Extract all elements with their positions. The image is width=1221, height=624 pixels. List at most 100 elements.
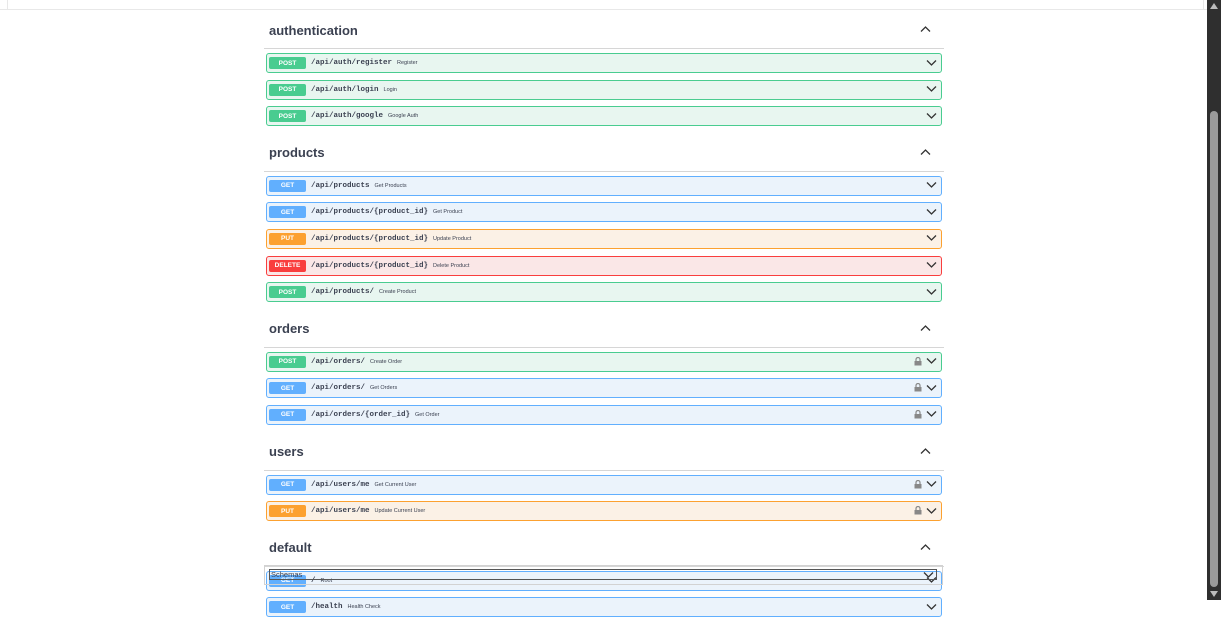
schemas-label: Schemas [271, 570, 303, 579]
chevron-down-icon[interactable] [926, 479, 937, 490]
operation-row[interactable]: POST/api/auth/google Google Auth [266, 106, 942, 127]
section-header-products[interactable]: products [264, 133, 944, 172]
endpoint-summary: Google Auth [388, 113, 419, 120]
operation-row[interactable]: GET/health Health Check [266, 597, 942, 618]
operation-controls [914, 409, 937, 420]
chevron-down-icon[interactable] [926, 601, 937, 612]
endpoint-path: /api/products/{product_id} [311, 208, 429, 217]
operation-controls [926, 601, 937, 612]
section-header-users[interactable]: users [264, 432, 944, 471]
operation-controls [914, 356, 937, 367]
endpoint-summary: Update Current User [374, 508, 426, 515]
vertical-scrollbar[interactable] [1207, 0, 1221, 600]
operation-row[interactable]: GET/api/orders/{order_id} Get Order [266, 404, 942, 425]
operation-controls [926, 180, 937, 191]
chevron-down-icon[interactable] [926, 180, 937, 191]
chevron-down-icon[interactable] [926, 356, 937, 367]
schemas-section: Schemas [264, 565, 943, 585]
lock-icon[interactable] [914, 383, 922, 393]
lock-icon[interactable] [914, 479, 922, 489]
http-method-badge: GET [269, 478, 306, 491]
chevron-down-icon[interactable] [926, 233, 937, 244]
operation-row[interactable]: GET/api/products/{product_id} Get Product [266, 202, 942, 223]
lock-icon[interactable] [914, 356, 922, 366]
operation-row[interactable]: POST/api/auth/register Register [266, 53, 942, 73]
endpoint-summary: Create Product [379, 289, 417, 296]
chevron-down-icon[interactable] [926, 260, 937, 271]
operation-row[interactable]: DELETE/api/products/{product_id} Delete P… [266, 255, 942, 276]
endpoint-summary: Get Products [374, 182, 407, 189]
endpoint-summary: Health Check [347, 604, 381, 611]
chevron-up-icon[interactable] [918, 444, 932, 458]
top-header-strip [0, 0, 1207, 10]
operation-controls [926, 57, 937, 68]
endpoint-summary: Get Orders [370, 385, 398, 392]
section-title: orders [269, 321, 310, 337]
chevron-down-icon[interactable] [926, 206, 937, 217]
endpoint-summary: Register [397, 60, 418, 66]
endpoint-path: /api/auth/login [311, 85, 379, 94]
chevron-down-icon [923, 569, 934, 580]
endpoint-path: /api/users/me [311, 507, 370, 516]
section-header-orders[interactable]: orders [264, 309, 944, 348]
endpoint-path: /api/products/{product_id} [311, 261, 429, 270]
http-method-badge: GET [269, 382, 306, 395]
http-method-badge: GET [269, 408, 306, 421]
operation-row[interactable]: GET/api/orders/Get Orders [266, 378, 942, 399]
section-title: default [269, 540, 312, 556]
operation-controls [926, 84, 937, 95]
chevron-down-icon[interactable] [926, 505, 937, 516]
chevron-down-icon[interactable] [926, 84, 937, 95]
scroll-up-arrow-icon[interactable] [1207, 0, 1221, 12]
chevron-down-icon[interactable] [926, 110, 937, 121]
operation-controls [926, 233, 937, 244]
endpoint-summary: Get Product [433, 209, 463, 216]
operation-row[interactable]: POST/api/orders/Create Order [266, 351, 942, 372]
endpoint-path: /api/products/ [311, 288, 375, 297]
scroll-down-arrow-icon[interactable] [1207, 588, 1221, 600]
chevron-up-icon[interactable] [918, 321, 932, 335]
operation-row[interactable]: PUT/api/products/{product_id} Update Prod… [266, 228, 942, 249]
operation-row[interactable]: PUT/api/users/me Update Current User [266, 501, 942, 522]
http-method-badge: PUT [269, 232, 306, 245]
http-method-badge: POST [269, 355, 306, 368]
operations-container: authentication POST/api/auth/register Regi… [264, 10, 944, 624]
chevron-up-icon[interactable] [918, 22, 932, 36]
operation-row[interactable]: POST/api/auth/login Login [266, 79, 942, 100]
section-title: users [269, 444, 304, 460]
http-method-badge: GET [269, 206, 306, 219]
http-method-badge: POST [269, 286, 306, 299]
section-header-authentication[interactable]: authentication [264, 10, 944, 49]
endpoint-path: /health [311, 603, 343, 612]
http-method-badge: POST [269, 83, 306, 96]
operation-controls [914, 505, 937, 516]
section-header-default[interactable]: default [264, 528, 944, 567]
http-method-badge: GET [269, 179, 306, 192]
endpoint-path: /api/products [311, 181, 370, 190]
chevron-down-icon[interactable] [926, 57, 937, 68]
http-method-badge: POST [269, 110, 306, 123]
chevron-up-icon[interactable] [918, 540, 932, 554]
endpoint-path: /api/auth/google [311, 112, 384, 121]
endpoint-path: /api/orders/{order_id} [311, 410, 411, 419]
operation-controls [926, 206, 937, 217]
http-method-badge: PUT [269, 505, 306, 518]
operation-controls [926, 286, 937, 297]
endpoint-summary: Get Current User [374, 481, 417, 488]
chevron-down-icon[interactable] [926, 286, 937, 297]
http-method-badge: GET [269, 601, 306, 614]
chevron-up-icon[interactable] [918, 145, 932, 159]
endpoint-path: /api/products/{product_id} [311, 234, 429, 243]
section-title: authentication [269, 22, 358, 38]
operation-row[interactable]: GET/api/products Get Products [266, 175, 942, 196]
schemas-toggle-button[interactable]: Schemas [269, 569, 937, 580]
endpoint-path: /api/auth/register [311, 59, 393, 67]
endpoint-summary: Get Order [415, 411, 440, 418]
chevron-down-icon[interactable] [926, 409, 937, 420]
lock-icon[interactable] [914, 506, 922, 516]
operation-row[interactable]: POST/api/products/Create Product [266, 282, 942, 303]
lock-icon[interactable] [914, 409, 922, 419]
scrollbar-thumb[interactable] [1210, 111, 1218, 587]
chevron-down-icon[interactable] [926, 382, 937, 393]
operation-row[interactable]: GET/api/users/me Get Current User [266, 474, 942, 495]
